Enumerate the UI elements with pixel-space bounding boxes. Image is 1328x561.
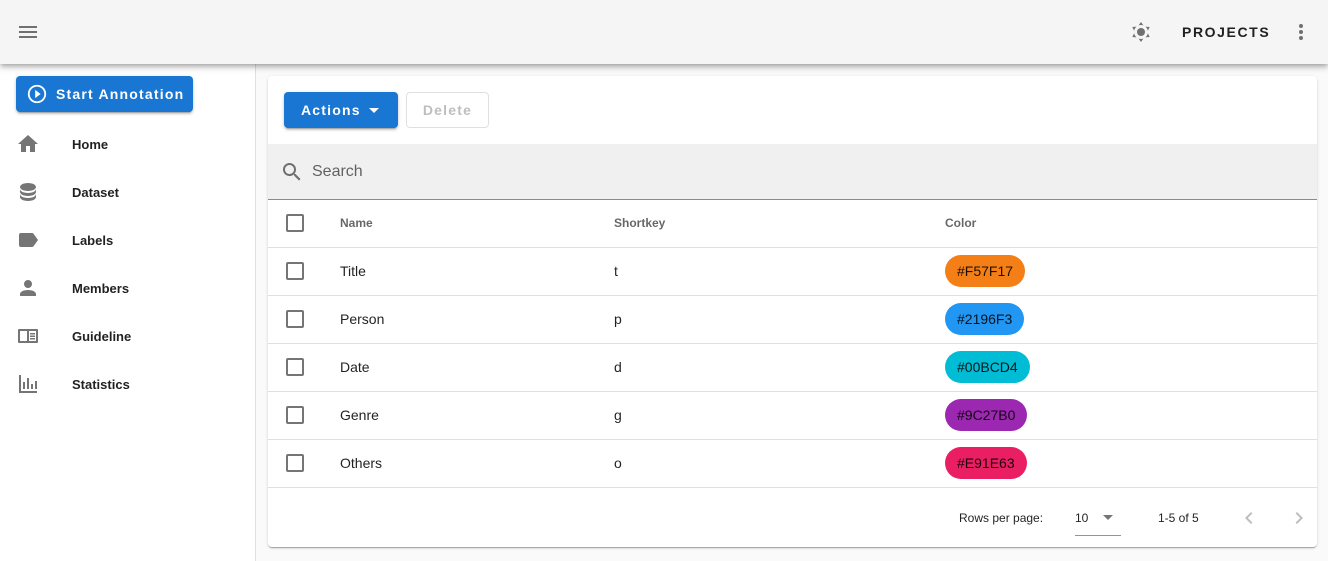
select-all-checkbox[interactable]: [286, 214, 304, 233]
color-chip: #9C27B0: [945, 399, 1028, 431]
more-options-button[interactable]: [1281, 12, 1321, 52]
labels-table: Name Shortkey Color Title t #F57F17 Pers…: [268, 200, 1317, 488]
delete-button[interactable]: Delete: [406, 92, 489, 128]
book-open-icon: [16, 324, 40, 348]
color-chip: #F57F17: [945, 255, 1026, 287]
column-header-color[interactable]: Color: [945, 200, 1317, 248]
home-icon: [16, 132, 40, 156]
labels-card: Actions Delete Name Shortkey Color Title…: [268, 76, 1317, 547]
search-bar: [268, 144, 1317, 200]
sidebar: Start Annotation Home Dataset Labels Mem…: [0, 64, 256, 561]
table-row[interactable]: Date d #00BCD4: [268, 343, 1317, 392]
row-checkbox[interactable]: [286, 262, 304, 280]
sidebar-item-label: Dataset: [72, 184, 119, 200]
menu-button[interactable]: [8, 12, 48, 52]
sidebar-item-statistics[interactable]: Statistics: [0, 360, 255, 408]
dots-vertical-icon: [1299, 24, 1303, 40]
sidebar-item-label: Home: [72, 136, 109, 152]
chevron-right-icon: [1295, 512, 1303, 524]
sidebar-item-label: Statistics: [72, 376, 130, 392]
color-chip: #E91E63: [945, 447, 1027, 479]
color-chip: #2196F3: [945, 303, 1025, 335]
label-name: Genre: [340, 391, 614, 440]
label-icon: [16, 228, 40, 252]
table-row[interactable]: Person p #2196F3: [268, 295, 1317, 344]
start-annotation-button[interactable]: Start Annotation: [16, 76, 193, 112]
database-icon: [16, 180, 40, 204]
sidebar-item-label: Guideline: [72, 328, 132, 344]
rows-per-page-label: Rows per page:: [959, 511, 1044, 525]
sidebar-item-guideline[interactable]: Guideline: [0, 312, 255, 360]
table-header-row: Name Shortkey Color: [268, 200, 1317, 248]
sidebar-nav: Home Dataset Labels Members Guideline St…: [0, 120, 255, 408]
label-shortkey: d: [614, 343, 945, 392]
chart-bar-icon: [16, 372, 40, 396]
theme-toggle-button[interactable]: [1121, 12, 1161, 52]
sidebar-item-members[interactable]: Members: [0, 264, 255, 312]
chevron-left-icon: [1245, 512, 1253, 524]
label-name: Person: [340, 295, 614, 344]
color-chip: #00BCD4: [945, 351, 1030, 383]
label-name: Others: [340, 439, 614, 488]
search-icon: [283, 162, 301, 180]
menu-down-icon: [1103, 515, 1113, 520]
label-shortkey: g: [614, 391, 945, 440]
sidebar-item-dataset[interactable]: Dataset: [0, 168, 255, 216]
previous-page-button[interactable]: [1237, 506, 1261, 530]
actions-button[interactable]: Actions: [284, 92, 398, 128]
row-checkbox[interactable]: [286, 454, 304, 472]
menu-icon: [19, 26, 37, 38]
table-row[interactable]: Others o #E91E63: [268, 439, 1317, 488]
brightness-icon: [1132, 22, 1150, 42]
sidebar-item-home[interactable]: Home: [0, 120, 255, 168]
sidebar-item-label: Members: [72, 280, 130, 296]
menu-down-icon: [368, 107, 379, 113]
label-name: Date: [340, 343, 614, 392]
sidebar-item-label: Labels: [72, 232, 114, 248]
table-footer: Rows per page: 10 1-5 of 5: [268, 489, 1317, 547]
app-bar: PROJECTS: [0, 0, 1328, 64]
next-page-button[interactable]: [1287, 506, 1311, 530]
rows-per-page-select[interactable]: 10: [1075, 501, 1121, 536]
row-checkbox[interactable]: [286, 310, 304, 328]
column-header-name[interactable]: Name: [340, 200, 614, 248]
sidebar-item-labels[interactable]: Labels: [0, 216, 255, 264]
rows-per-page-value: 10: [1075, 511, 1089, 525]
row-checkbox[interactable]: [286, 406, 304, 424]
play-circle-icon: [27, 84, 47, 104]
label-shortkey: t: [614, 247, 945, 296]
start-annotation-label: Start Annotation: [56, 86, 185, 102]
search-input[interactable]: [312, 162, 1212, 181]
page-range-text: 1-5 of 5: [1158, 511, 1199, 525]
projects-button[interactable]: PROJECTS: [1170, 14, 1282, 50]
label-shortkey: p: [614, 295, 945, 344]
table-row[interactable]: Genre g #9C27B0: [268, 391, 1317, 440]
row-checkbox[interactable]: [286, 358, 304, 376]
actions-label: Actions: [301, 102, 361, 118]
label-name: Title: [340, 247, 614, 296]
column-header-shortkey[interactable]: Shortkey: [614, 200, 945, 248]
account-icon: [16, 276, 40, 300]
label-shortkey: o: [614, 439, 945, 488]
table-row[interactable]: Title t #F57F17: [268, 247, 1317, 296]
